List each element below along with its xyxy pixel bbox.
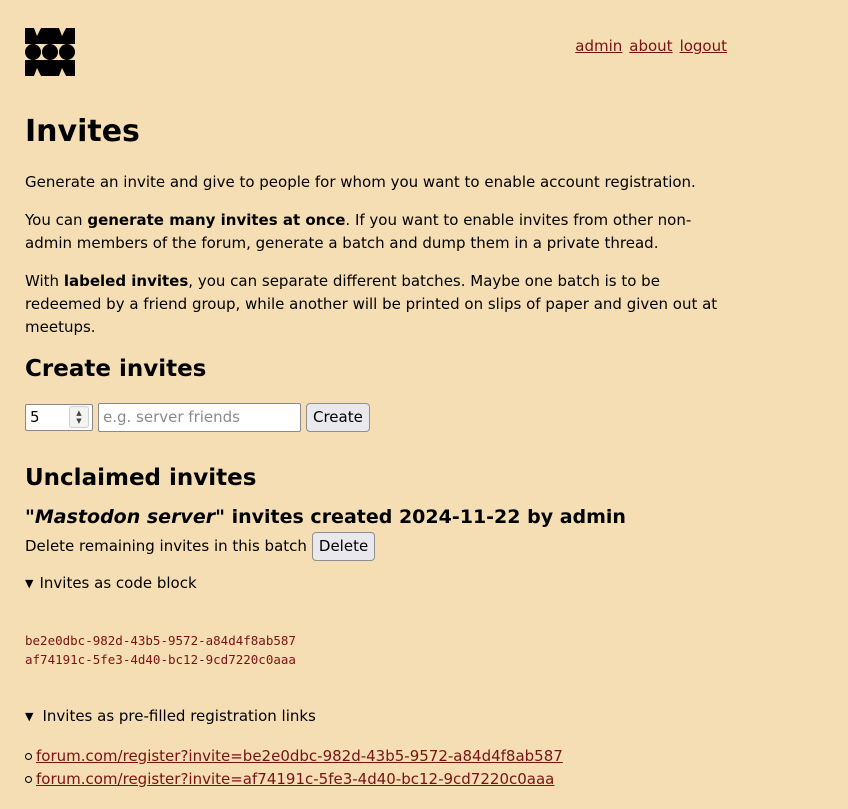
disclosure-triangle-icon: ▼	[25, 577, 34, 590]
invite-code-block: be2e0dbc-982d-43b5-9572-a84d4f8ab587 af74…	[25, 631, 725, 669]
delete-batch-text: Delete remaining invites in this batch	[25, 536, 307, 555]
code-block-summary-label: Invites as code block	[39, 574, 197, 592]
registration-links-summary[interactable]: ▼ Invites as pre-filled registration lin…	[25, 705, 725, 728]
batch-title: "Mastodon server" invites created 2024-1…	[25, 504, 725, 530]
batch-paragraph: You can generate many invites at once. I…	[25, 209, 725, 255]
invite-code: af74191c-5fe3-4d40-bc12-9cd7220c0aaa	[25, 652, 296, 667]
delete-batch-button[interactable]: Delete	[311, 531, 376, 561]
labels-paragraph-bold: labeled invites	[63, 272, 189, 290]
nav-admin-link[interactable]: admin	[575, 35, 622, 58]
disclosure-triangle-icon: ▼	[25, 710, 34, 723]
nav-about-link[interactable]: about	[629, 35, 672, 58]
invite-label-input[interactable]	[98, 402, 301, 432]
spin-up-icon[interactable]: ▲	[76, 409, 81, 417]
intro-paragraph: Generate an invite and give to people fo…	[25, 173, 696, 191]
batch-author: admin	[559, 506, 626, 528]
labels-paragraph-pre: With	[25, 272, 64, 290]
registration-links-summary-label: Invites as pre-filled registration links	[42, 707, 316, 725]
bullet-circle-icon	[25, 753, 32, 760]
registration-link[interactable]: forum.com/register?invite=af74191c-5fe3-…	[36, 768, 554, 791]
batch-created-text: invites created 2024-11-22 by	[224, 506, 560, 528]
invite-count-value: 5	[30, 407, 40, 426]
invite-count-input[interactable]: 5 ▲ ▼	[25, 403, 93, 431]
list-item: forum.com/register?invite=be2e0dbc-982d-…	[25, 745, 725, 768]
create-invites-form: 5 ▲ ▼ Create	[25, 402, 725, 432]
page-title: Invites	[25, 114, 140, 149]
unclaimed-invites-heading: Unclaimed invites	[25, 465, 257, 491]
batch-paragraph-pre: You can	[25, 211, 88, 229]
registration-links-list: forum.com/register?invite=be2e0dbc-982d-…	[25, 745, 725, 791]
labels-paragraph: With labeled invites, you can separate d…	[25, 270, 725, 339]
list-item: forum.com/register?invite=af74191c-5fe3-…	[25, 768, 725, 791]
nav-logout-link[interactable]: logout	[680, 35, 727, 58]
create-invites-heading: Create invites	[25, 356, 207, 382]
invite-code: be2e0dbc-982d-43b5-9572-a84d4f8ab587	[25, 633, 296, 648]
code-block-summary[interactable]: ▼ Invites as code block	[25, 572, 725, 595]
batch-label: "Mastodon server"	[25, 506, 225, 528]
registration-link[interactable]: forum.com/register?invite=be2e0dbc-982d-…	[36, 745, 563, 768]
batch-paragraph-bold: generate many invites at once	[87, 211, 346, 229]
delete-batch-row: Delete remaining invites in this batch D…	[25, 531, 725, 561]
bullet-circle-icon	[25, 776, 32, 783]
main-content: Invites Generate an invite and give to p…	[25, 112, 725, 791]
number-spinner[interactable]: ▲ ▼	[69, 406, 89, 428]
top-nav: admin about logout	[575, 35, 727, 58]
spin-down-icon[interactable]: ▼	[76, 417, 81, 425]
create-button[interactable]: Create	[306, 402, 370, 432]
forum-logo	[25, 28, 75, 76]
